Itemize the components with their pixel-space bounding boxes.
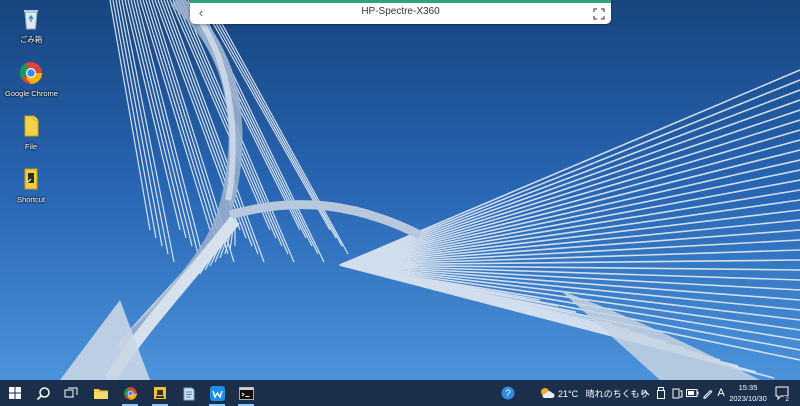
yellow-app-icon[interactable] (148, 380, 172, 406)
fullscreen-icon[interactable] (593, 7, 605, 20)
desktop-icon-recycle-bin[interactable]: ごみ箱 (5, 5, 57, 45)
weather-widget[interactable]: 21°C 晴れのちくもり (558, 387, 649, 400)
chevron-left-icon[interactable]: ‹ (194, 5, 208, 21)
svg-text:?: ? (505, 389, 511, 400)
taskbar: ? 21°C 晴れのちくもり A 15:35 2023/10/30 2 (0, 380, 800, 406)
device-icon[interactable] (670, 380, 684, 406)
desktop-icon-chrome[interactable]: Google Chrome (5, 60, 58, 98)
chevron-up-icon[interactable] (638, 380, 652, 406)
task-view-icon[interactable] (60, 380, 82, 406)
desktop-icon-shortcut[interactable]: Shortcut (5, 166, 57, 204)
recycle-bin-icon (18, 5, 44, 31)
pen-icon[interactable] (700, 380, 714, 406)
notepad-icon[interactable] (178, 380, 200, 406)
terminal-icon[interactable] (234, 380, 258, 406)
desktop-icon-file[interactable]: File (5, 113, 57, 151)
shortcut-icon (18, 166, 44, 192)
desktop-icon-label: File (24, 142, 38, 151)
blue-app-icon[interactable] (205, 380, 229, 406)
ime-indicator[interactable]: A (715, 380, 727, 406)
chrome-icon (18, 60, 44, 86)
chrome-icon[interactable] (118, 380, 142, 406)
usb-drive-icon[interactable] (654, 380, 668, 406)
desktop-icon-label: Shortcut (17, 195, 45, 204)
weather-temp: 21°C (558, 389, 579, 399)
desktop-icon-label: ごみ箱 (19, 35, 43, 44)
remote-session-bar: ‹ HP-Spectre-X360 (190, 0, 611, 24)
folder-icon[interactable] (90, 380, 112, 406)
battery-icon[interactable] (685, 380, 699, 406)
clock-time: 15:35 (738, 383, 758, 392)
windows-start-icon[interactable] (4, 380, 26, 406)
remote-session-title: HP-Spectre-X360 (361, 6, 440, 17)
weather-sun-cloud-icon[interactable] (538, 380, 556, 406)
desktop: ‹ HP-Spectre-X360 ごみ箱 Google Chrome File… (0, 0, 800, 380)
search-icon[interactable] (32, 380, 54, 406)
file-icon (18, 113, 44, 139)
desktop-wallpaper (0, 0, 800, 380)
notification-center-icon[interactable]: 2 (772, 380, 792, 406)
help-icon[interactable]: ? (498, 380, 518, 406)
clock-date: 2023/10/30 (729, 394, 767, 403)
notification-count: 2 (784, 396, 790, 403)
desktop-icon-label: Google Chrome (5, 89, 58, 98)
taskbar-clock[interactable]: 15:35 2023/10/30 (728, 382, 768, 404)
